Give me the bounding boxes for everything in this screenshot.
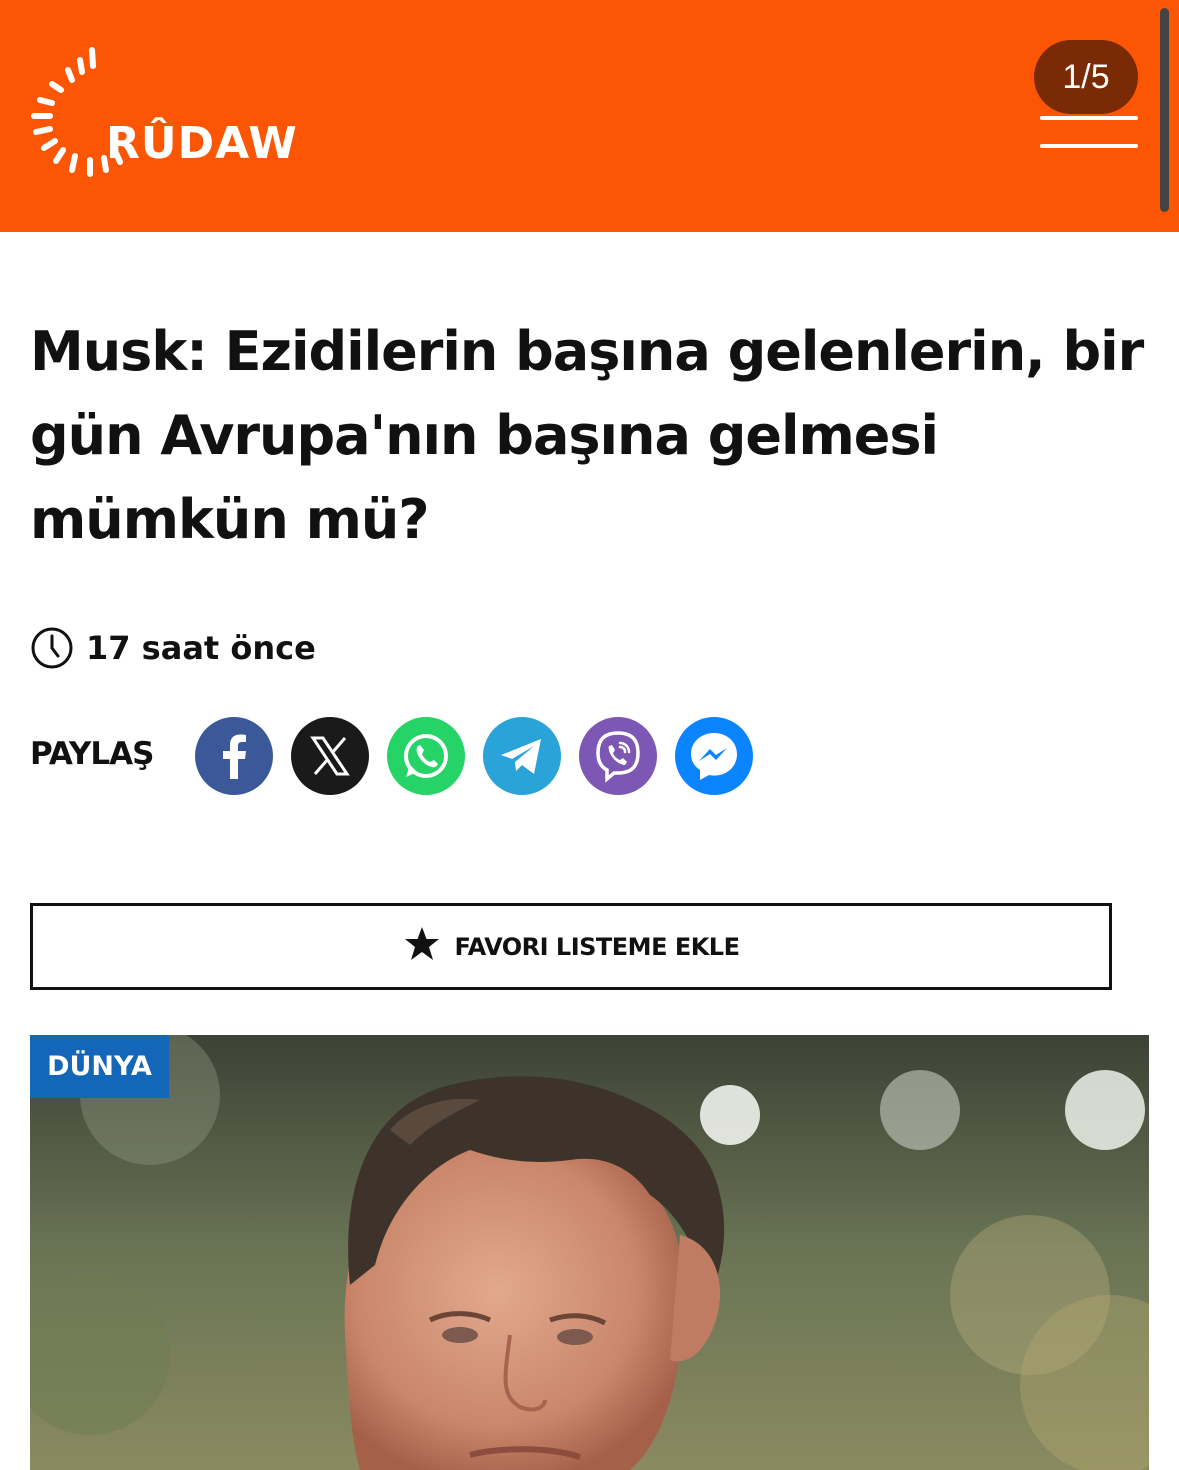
messenger-icon xyxy=(675,717,753,795)
category-badge[interactable]: DÜNYA xyxy=(30,1035,169,1098)
x-icon xyxy=(291,717,369,795)
elon-musk-photo xyxy=(30,1035,1149,1470)
add-to-favorites-button[interactable]: FAVORI LISTEME EKLE xyxy=(30,903,1112,990)
article-hero-image xyxy=(30,1035,1149,1470)
article-title: Musk: Ezidilerin başına gelenlerin, bir … xyxy=(30,320,1144,551)
clock-icon xyxy=(31,627,73,669)
viber-icon xyxy=(579,717,657,795)
hamburger-menu-button[interactable] xyxy=(1040,108,1138,152)
share-messenger-button[interactable] xyxy=(675,717,753,795)
share-x-button[interactable] xyxy=(291,717,369,795)
favorite-label: FAVORI LISTEME EKLE xyxy=(454,932,741,961)
telegram-icon xyxy=(483,717,561,795)
share-facebook-button[interactable] xyxy=(195,717,273,795)
facebook-icon xyxy=(195,717,273,795)
time-text: 17 saat önce xyxy=(86,629,316,667)
star-icon xyxy=(404,926,439,960)
share-whatsapp-button[interactable] xyxy=(387,717,465,795)
share-viber-button[interactable] xyxy=(579,717,657,795)
menu-line-icon xyxy=(1040,116,1138,120)
share-label: PAYLAŞ xyxy=(30,736,154,772)
publish-time: 17 saat önce xyxy=(30,625,316,671)
scrollbar[interactable] xyxy=(1160,8,1169,212)
rudaw-logo[interactable]: RÛDAW xyxy=(28,40,298,185)
page-counter-badge: 1/5 xyxy=(1034,40,1138,114)
site-header: RÛDAW 1/5 xyxy=(0,0,1179,232)
logo-wordmark: RÛDAW xyxy=(106,118,298,169)
whatsapp-icon xyxy=(387,717,465,795)
share-telegram-button[interactable] xyxy=(483,717,561,795)
menu-line-icon xyxy=(1040,144,1138,148)
